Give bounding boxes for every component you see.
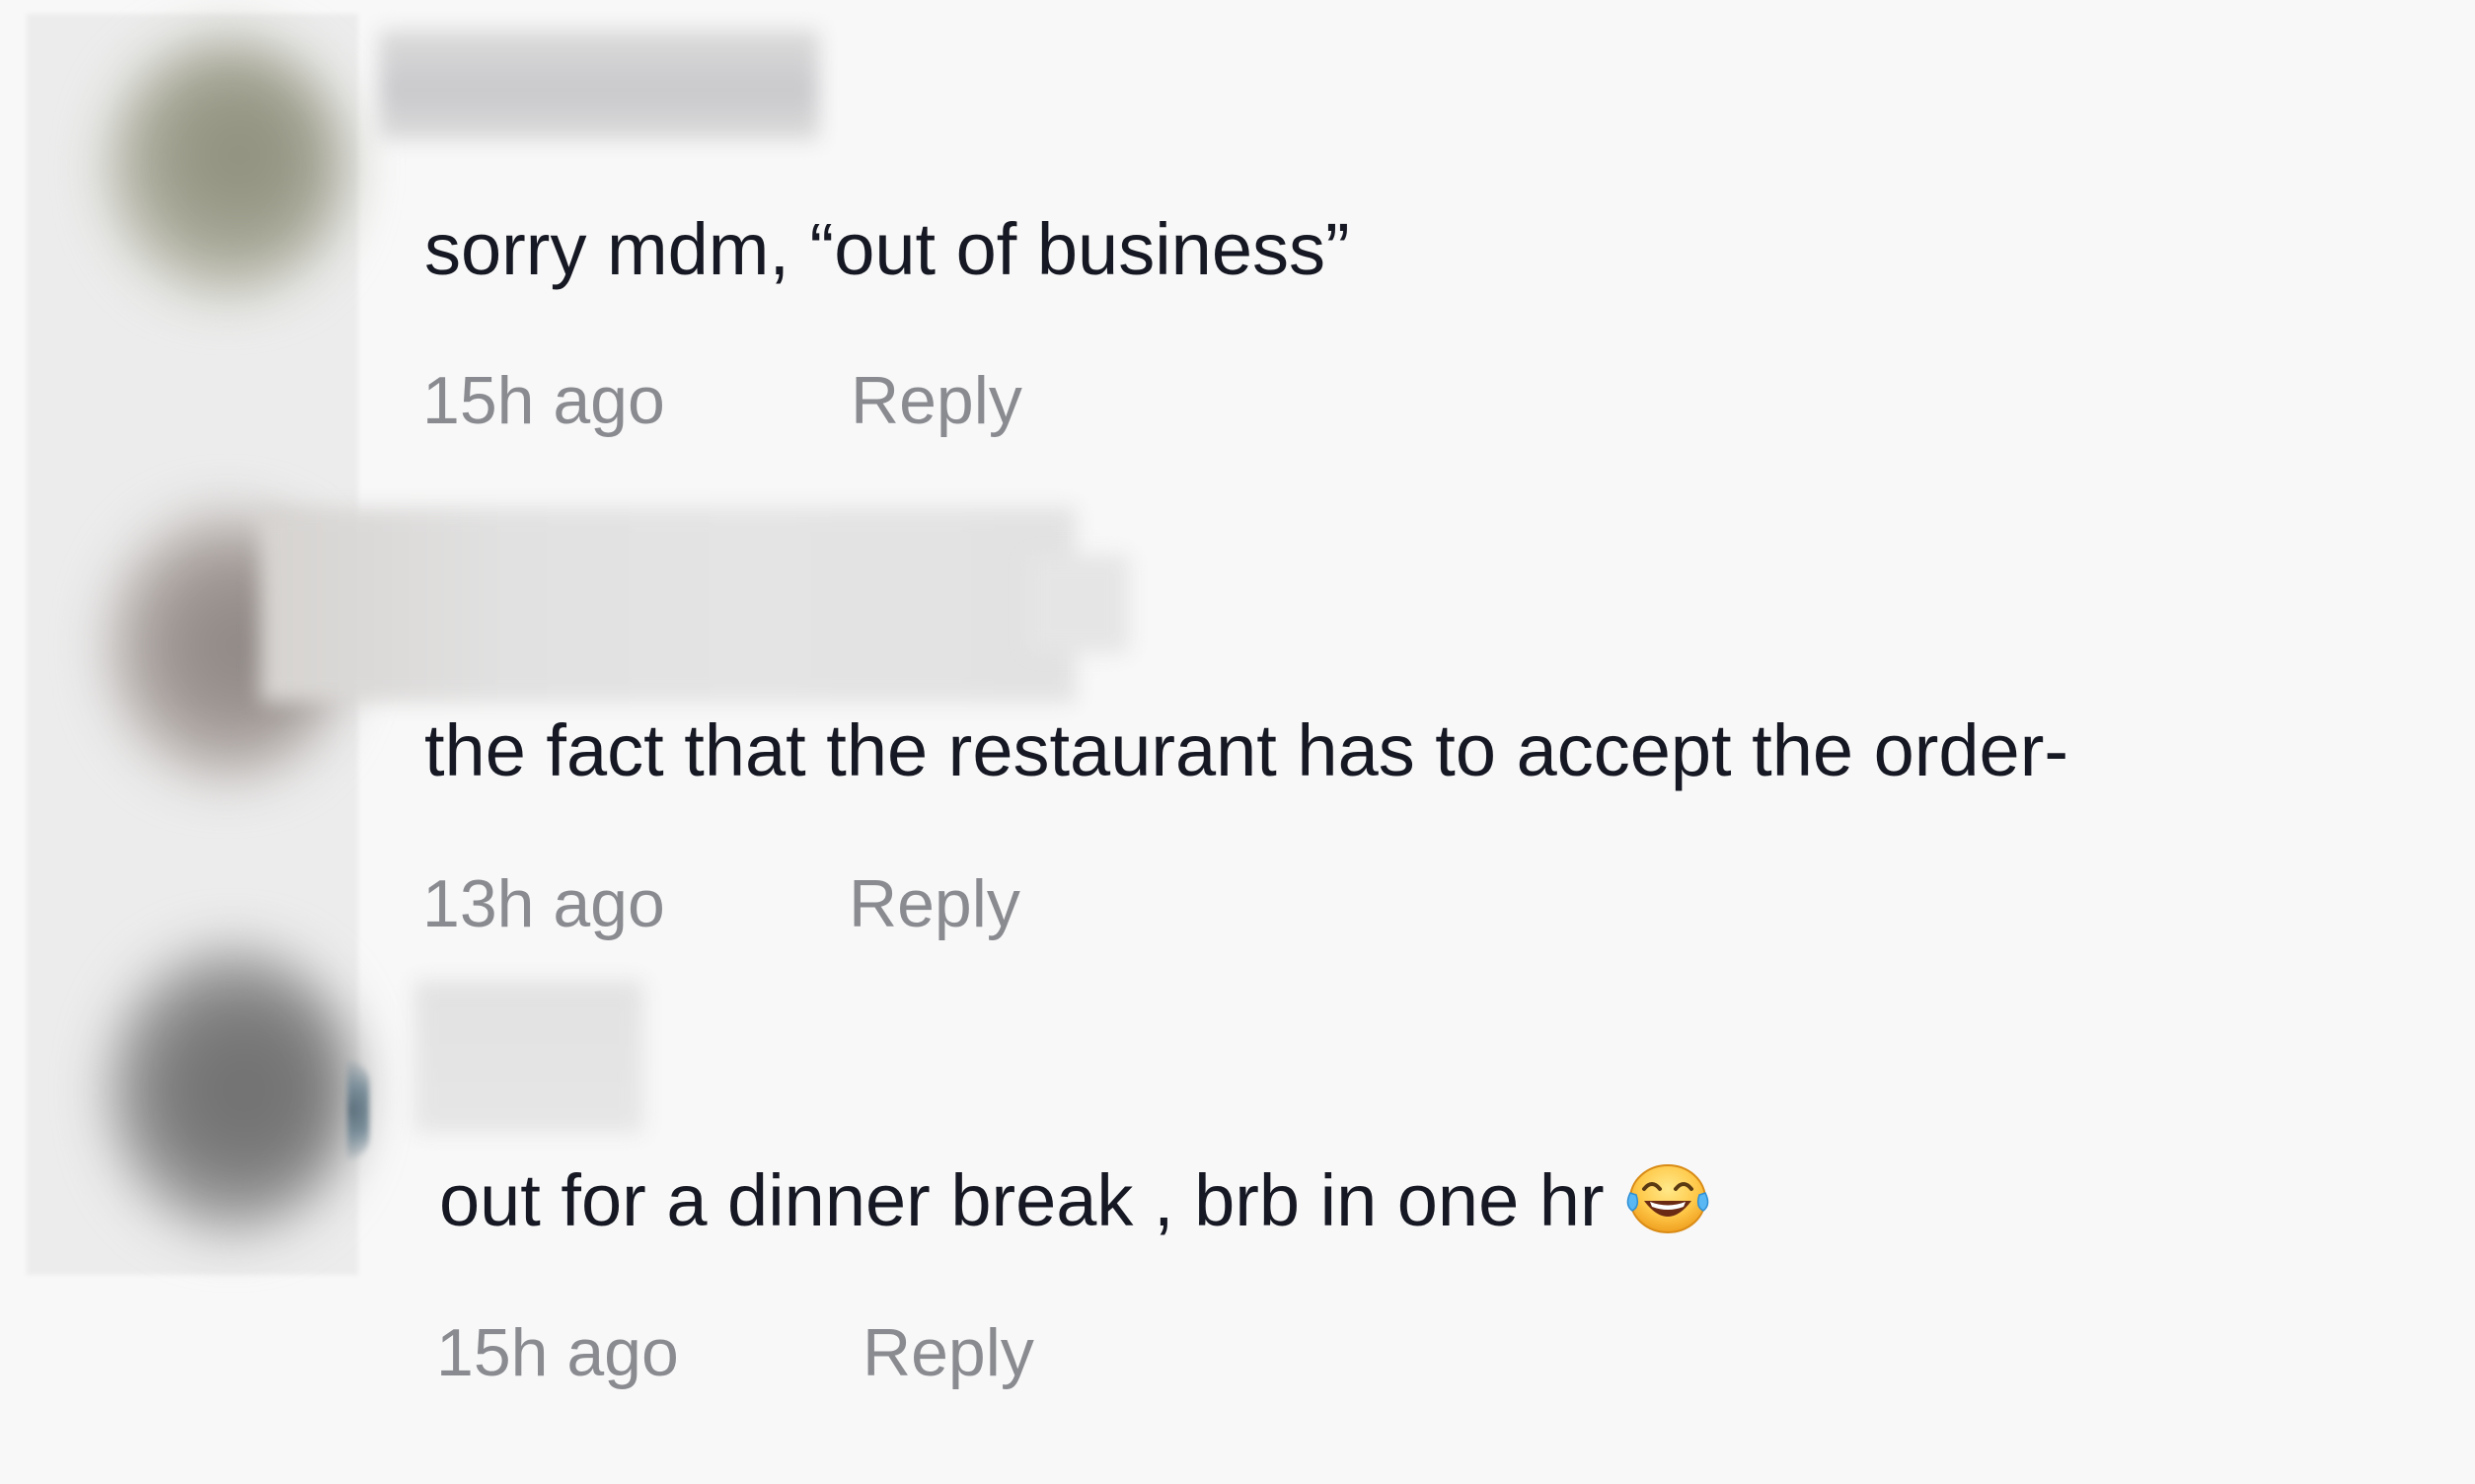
avatar[interactable] — [109, 39, 345, 296]
comment-text-row: out for a dinner break , brb in one hr — [439, 1164, 1713, 1238]
laughing-with-tears-emoji-icon — [1626, 1164, 1708, 1234]
reply-button[interactable]: Reply — [849, 870, 1020, 937]
reply-button[interactable]: Reply — [851, 367, 1022, 434]
avatar[interactable] — [109, 947, 355, 1233]
avatar-ring — [347, 1061, 369, 1159]
comment-text: sorry mdm, “out of business” — [424, 208, 1350, 290]
blurred-username — [261, 507, 1076, 703]
comment-timestamp: 15h ago — [436, 1315, 679, 1390]
blurred-username — [379, 30, 819, 140]
comment-text: the fact that the restaurant has to acce… — [424, 709, 2068, 791]
comment-text: out for a dinner break , brb in one hr — [439, 1159, 1605, 1241]
reply-button[interactable]: Reply — [862, 1319, 1034, 1386]
blurred-username — [414, 981, 643, 1133]
comment-timestamp: 13h ago — [422, 866, 665, 941]
blurred-username — [1026, 555, 1129, 653]
comment-timestamp: 15h ago — [422, 363, 665, 438]
